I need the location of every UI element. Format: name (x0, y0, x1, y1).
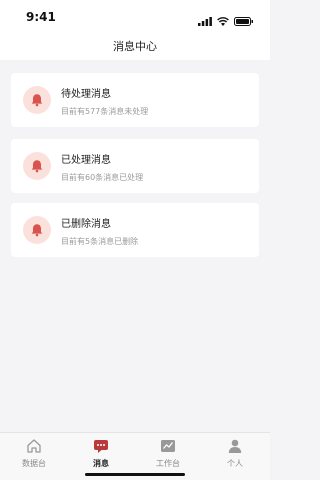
message-card-description: 目前有577条消息未处理 (61, 107, 149, 116)
message-card-title: 已处理消息 (61, 155, 111, 166)
tab-profile[interactable]: 个人 (205, 433, 265, 473)
person-icon (226, 437, 244, 455)
message-card-title: 已删除消息 (61, 219, 111, 230)
wifi-icon (217, 11, 229, 30)
battery-icon (234, 11, 254, 30)
status-time: 9:41 (26, 10, 56, 24)
tab-data-dashboard[interactable]: 数据台 (4, 433, 64, 473)
tab-label: 工作台 (156, 459, 180, 468)
message-card-description: 目前有5条消息已删除 (61, 237, 139, 246)
bell-icon (23, 152, 51, 180)
message-card-pending[interactable]: 待处理消息 目前有577条消息未处理 (11, 73, 259, 127)
message-icon (92, 437, 110, 455)
message-card-deleted[interactable]: 已删除消息 目前有5条消息已删除 (11, 203, 259, 257)
status-bar: 9:41 (0, 0, 270, 34)
tab-label: 数据台 (22, 459, 46, 468)
home-icon (25, 437, 43, 455)
status-icons (198, 11, 254, 30)
chart-icon (159, 437, 177, 455)
home-indicator (85, 473, 185, 476)
message-card-processed[interactable]: 已处理消息 目前有60条消息已处理 (11, 139, 259, 193)
tab-messages[interactable]: 消息 (71, 433, 131, 473)
bell-icon (23, 216, 51, 244)
bell-icon (23, 86, 51, 114)
tab-label: 个人 (227, 459, 243, 468)
tab-label: 消息 (93, 459, 109, 468)
page-title: 消息中心 (113, 40, 157, 53)
message-card-description: 目前有60条消息已处理 (61, 173, 144, 182)
header: 消息中心 (0, 34, 270, 60)
tab-workbench[interactable]: 工作台 (138, 433, 198, 473)
signal-icon (198, 11, 212, 30)
message-card-title: 待处理消息 (61, 89, 111, 100)
